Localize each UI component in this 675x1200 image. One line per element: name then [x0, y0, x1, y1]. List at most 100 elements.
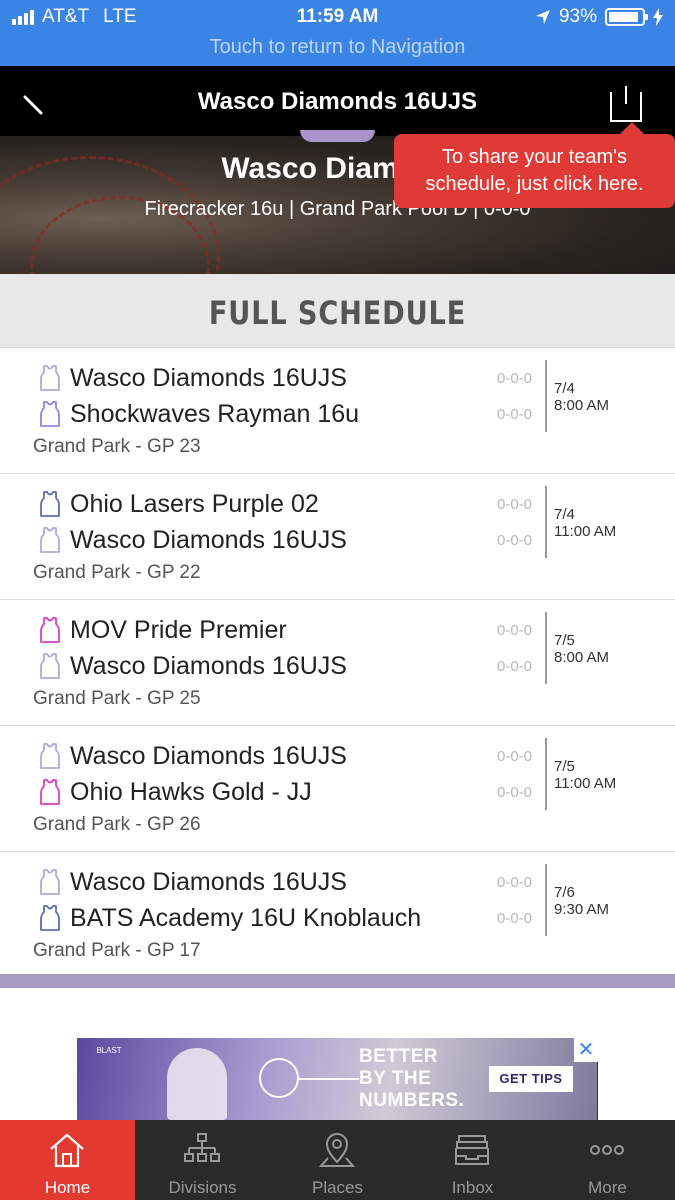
team-line-home: Wasco Diamonds 16UJS — [38, 362, 347, 394]
tooltip-line-2: schedule, just click here. — [425, 173, 644, 195]
tooltip-line-1: To share your team's — [441, 146, 627, 168]
game-venue: Grand Park - GP 25 — [33, 688, 201, 709]
game-time: 9:30 AM — [554, 901, 610, 918]
places-icon — [318, 1133, 356, 1167]
jersey-icon — [40, 653, 60, 679]
row-divider — [545, 360, 547, 432]
team-name: Shockwaves Rayman 16u — [70, 399, 360, 428]
team-record: 0-0-0 — [497, 748, 533, 765]
game-time: 11:00 AM — [554, 775, 617, 792]
row-divider — [545, 738, 547, 810]
tab-inbox[interactable]: Inbox — [405, 1120, 540, 1200]
team-avatar — [300, 130, 375, 142]
game-datetime: 7/4 8:00 AM — [554, 380, 609, 414]
tab-bar: Home Divisions Places Inbox More — [0, 1120, 675, 1200]
row-divider — [545, 612, 547, 684]
team-line-home: Wasco Diamonds 16UJS — [38, 866, 347, 898]
ad-cta-button[interactable]: GET TIPS — [489, 1066, 573, 1092]
tab-home[interactable]: Home — [0, 1120, 135, 1200]
ad-logo: BLAST — [96, 1046, 122, 1055]
status-right: 93% — [535, 6, 663, 28]
game-row[interactable]: Wasco Diamonds 16UJS BATS Academy 16U Kno… — [0, 852, 675, 978]
game-row[interactable]: Ohio Lasers Purple 02 Wasco Diamonds 16UJ… — [0, 474, 675, 600]
game-date: 7/5 — [554, 758, 575, 775]
section-title: FULL SCHEDULE — [208, 294, 467, 332]
nav-bar: Wasco Diamonds 16UJS — [0, 66, 675, 136]
team-record: 0-0-0 — [497, 532, 533, 549]
tab-label: Inbox — [451, 1178, 494, 1197]
team-line-away: Shockwaves Rayman 16u — [38, 398, 359, 430]
team-name: Wasco Diamonds 16UJS — [70, 363, 347, 392]
game-time: 11:00 AM — [554, 523, 617, 540]
divider — [0, 974, 675, 988]
game-datetime: 7/6 9:30 AM — [554, 884, 609, 918]
row-divider — [545, 864, 547, 936]
tab-label: More — [588, 1178, 627, 1197]
jersey-icon — [40, 401, 60, 427]
team-record: 0-0-0 — [497, 658, 533, 675]
team-name: Wasco Diamonds 16UJS — [70, 867, 347, 896]
jersey-icon — [40, 617, 60, 643]
team-record: 0-0-0 — [497, 622, 533, 639]
tab-places[interactable]: Places — [270, 1120, 405, 1200]
charging-icon — [653, 8, 663, 26]
game-venue: Grand Park - GP 23 — [33, 436, 201, 457]
tab-divisions[interactable]: Divisions — [135, 1120, 270, 1200]
home-icon — [50, 1133, 84, 1168]
more-icon — [590, 1145, 624, 1155]
team-name: Ohio Hawks Gold - JJ — [70, 777, 312, 806]
schedule-list: Wasco Diamonds 16UJS Shockwaves Rayman 16… — [0, 348, 675, 978]
ad-figure-icon — [259, 1058, 299, 1098]
ad-close-icon[interactable]: ✕ — [574, 1038, 598, 1062]
nav-title: Wasco Diamonds 16UJS — [197, 88, 478, 115]
team-line-away: Wasco Diamonds 16UJS — [38, 650, 347, 682]
inbox-icon — [455, 1135, 489, 1165]
return-to-navigation-banner[interactable]: Touch to return to Navigation — [0, 36, 675, 59]
jersey-icon — [40, 905, 60, 931]
team-name: Ohio Lasers Purple 02 — [70, 489, 319, 518]
ad-player-image — [167, 1048, 227, 1120]
tab-label: Home — [44, 1178, 91, 1197]
battery-icon — [605, 8, 648, 26]
game-time: 8:00 AM — [554, 397, 610, 414]
team-line-home: Ohio Lasers Purple 02 — [38, 488, 319, 520]
jersey-icon — [40, 779, 60, 805]
tab-label: Divisions — [168, 1178, 237, 1197]
team-line-away: Ohio Hawks Gold - JJ — [38, 776, 312, 808]
team-record: 0-0-0 — [497, 496, 533, 513]
status-bar: AT&T LTE 11:59 AM 93% Touch to return to… — [0, 0, 675, 66]
battery-percent: 93% — [558, 6, 597, 27]
team-line-away: BATS Academy 16U Knoblauch — [38, 902, 421, 934]
team-record: 0-0-0 — [497, 406, 533, 423]
jersey-icon — [40, 491, 60, 517]
location-arrow-icon — [535, 10, 550, 24]
ad-headline-line-2: BY THE — [359, 1068, 432, 1089]
game-datetime: 7/5 11:00 AM — [554, 758, 616, 792]
ad-headline-line-3: NUMBERS. — [359, 1090, 465, 1111]
ad-headline: BETTER BY THE NUMBERS. — [359, 1046, 464, 1112]
share-tooltip[interactable]: To share your team's schedule, just clic… — [394, 122, 675, 208]
divisions-icon — [184, 1133, 220, 1162]
team-name: MOV Pride Premier — [70, 615, 287, 644]
team-name: BATS Academy 16U Knoblauch — [70, 903, 422, 932]
game-row[interactable]: MOV Pride Premier Wasco Diamonds 16UJS 0-0… — [0, 600, 675, 726]
game-venue: Grand Park - GP 26 — [33, 814, 201, 835]
team-name: Wasco Diamonds 16UJS — [70, 525, 347, 554]
game-row[interactable]: Wasco Diamonds 16UJS Ohio Hawks Gold - JJ… — [0, 726, 675, 852]
jersey-icon — [40, 869, 60, 895]
game-date: 7/4 — [554, 506, 575, 523]
ad-banner[interactable]: BLAST BETTER BY THE NUMBERS. GET TIPS ✕ — [77, 1038, 598, 1120]
share-icon[interactable] — [610, 86, 642, 122]
section-header: FULL SCHEDULE — [0, 274, 675, 348]
team-line-away: Wasco Diamonds 16UJS — [38, 524, 347, 556]
game-date: 7/6 — [554, 884, 575, 901]
game-venue: Grand Park - GP 22 — [33, 562, 201, 583]
team-name: Wasco Diamonds 16UJS — [70, 651, 347, 680]
game-datetime: 7/4 11:00 AM — [554, 506, 616, 540]
tab-more[interactable]: More — [540, 1120, 675, 1200]
team-line-home: Wasco Diamonds 16UJS — [38, 740, 347, 772]
tab-label: Places — [311, 1178, 364, 1197]
game-row[interactable]: Wasco Diamonds 16UJS Shockwaves Rayman 16… — [0, 348, 675, 474]
team-record: 0-0-0 — [497, 874, 533, 891]
row-divider — [545, 486, 547, 558]
